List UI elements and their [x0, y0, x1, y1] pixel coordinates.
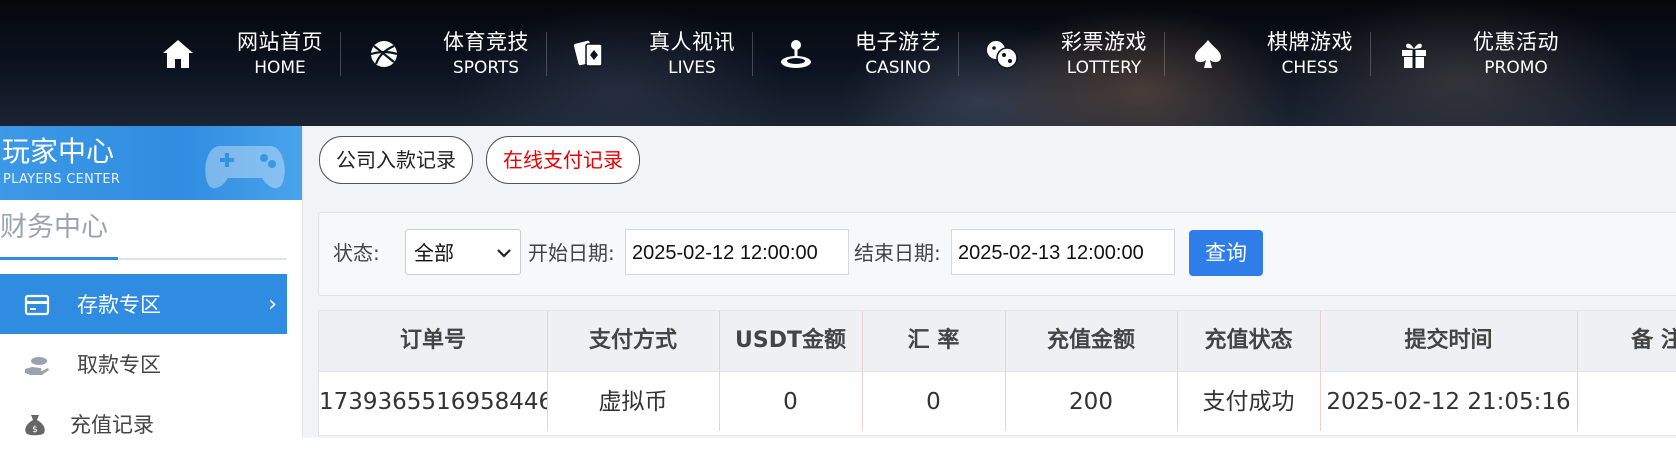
players-center-subtitle: PLAYERS CENTER [3, 172, 121, 187]
nav-label-en: CASINO [865, 58, 931, 78]
hand-coin-icon [25, 357, 49, 375]
order-number-cell: 1739365516958446 [319, 389, 547, 415]
nav-item-promo[interactable]: 优惠活动 PROMO [1370, 0, 1592, 126]
start-date-label: 开始日期: [528, 241, 615, 265]
nav-item-casino[interactable]: 电子游艺 CASINO [752, 0, 974, 126]
cards-icon [574, 40, 603, 67]
nav-divider [1370, 32, 1371, 76]
status-label: 状态: [333, 241, 380, 265]
svg-text:$: $ [32, 425, 38, 435]
nav-label-en: LIVES [668, 58, 716, 78]
finance-center-title: 财务中心 [0, 212, 108, 243]
gift-icon [1402, 43, 1426, 68]
status-select[interactable]: 全部 [405, 229, 521, 275]
nav-label-cn: 真人视讯 [649, 30, 735, 54]
start-date-input[interactable]: 2025-02-12 12:00:00 [625, 229, 849, 275]
nav-label-cn: 体育竞技 [443, 30, 529, 54]
nav-label-en: LOTTERY [1066, 58, 1142, 78]
column-header: 支付方式 [588, 328, 677, 353]
sidebar-item-withdraw[interactable]: 取款专区 [0, 334, 287, 394]
status-select-value: 全部 [414, 241, 454, 265]
nav-item-home[interactable]: 网站首页 HOME [150, 0, 356, 126]
submit-time-cell: 2025-02-12 21:05:16 [1326, 389, 1571, 415]
records-table: 订单号 支付方式 USDT金额 汇 率 充值金额 充值状态 提交时间 备 注 1… [318, 310, 1676, 436]
nav-label-cn: 棋牌游戏 [1267, 30, 1353, 54]
nav-item-lives[interactable]: 真人视讯 LIVES [546, 0, 768, 126]
main-nav: 网站首页 HOME 体育竞技 SPORTS 真人视讯 LIVES 电子游艺 CA… [150, 0, 1592, 126]
nav-label-cn: 网站首页 [237, 30, 323, 54]
joystick-icon [781, 40, 811, 68]
usdt-amount-cell: 0 [783, 389, 798, 415]
column-divider [547, 311, 548, 431]
nav-divider [340, 32, 341, 76]
nav-label-en: HOME [254, 58, 306, 78]
column-divider [1005, 311, 1006, 431]
tab-company-deposit-records[interactable]: 公司入款记录 [319, 136, 473, 184]
sidebar-item-recharge-records[interactable]: $ 充值记录 [0, 394, 287, 454]
nav-label-cn: 彩票游戏 [1061, 30, 1147, 54]
nav-label-cn: 优惠活动 [1473, 30, 1559, 54]
nav-label-en: SPORTS [452, 58, 520, 78]
table-header: 订单号 支付方式 USDT金额 汇 率 充值金额 充值状态 提交时间 备 注 [319, 311, 1676, 372]
sidebar-item-label: 取款专区 [77, 353, 161, 377]
query-button[interactable]: 查询 [1189, 230, 1263, 276]
nav-divider [752, 32, 753, 76]
ball-icon [370, 41, 398, 67]
money-bag-icon: $ [25, 415, 45, 436]
column-divider [1320, 311, 1321, 431]
column-divider [719, 311, 720, 431]
nav-item-lottery[interactable]: 彩票游戏 LOTTERY [958, 0, 1180, 126]
chevron-down-icon [497, 249, 511, 258]
tab-online-payment-records[interactable]: 在线支付记录 [486, 136, 640, 184]
top-nav-bar: 网站首页 HOME 体育竞技 SPORTS 真人视讯 LIVES 电子游艺 CA… [0, 0, 1676, 126]
gamepad-icon [205, 146, 285, 189]
players-center-header: 玩家中心 PLAYERS CENTER [0, 126, 302, 200]
main-content: 公司入款记录 在线支付记录 状态: 全部 开始日期: 2025-02-12 12… [302, 126, 1676, 438]
column-header: 充值状态 [1204, 328, 1293, 353]
dice-icon [987, 41, 1018, 69]
column-header: 备 注 [1631, 328, 1676, 353]
nav-divider [546, 32, 547, 76]
recharge-amount-cell: 200 [1069, 389, 1113, 415]
end-date-label: 结束日期: [854, 241, 941, 265]
nav-label-en: CHESS [1281, 58, 1339, 78]
column-divider [1577, 311, 1578, 431]
players-center-title: 玩家中心 [2, 135, 115, 168]
column-header: 订单号 [399, 328, 466, 353]
nav-label-en: PROMO [1484, 58, 1548, 78]
column-divider [1177, 311, 1178, 431]
column-header: 提交时间 [1404, 328, 1493, 353]
nav-divider [958, 32, 959, 76]
recharge-status-cell: 支付成功 [1202, 389, 1295, 415]
column-header: 充值金额 [1046, 328, 1135, 353]
table-row: 1739365516958446 虚拟币 0 0 200 支付成功 2025-0… [319, 372, 1676, 432]
sidebar: 玩家中心 PLAYERS CENTER 财务中心 存款专区 › 取款专区 $ 充… [0, 126, 302, 438]
rate-cell: 0 [926, 389, 941, 415]
sidebar-item-deposit[interactable]: 存款专区 › [0, 274, 287, 334]
spade-icon [1195, 40, 1221, 68]
sidebar-item-label: 存款专区 [77, 293, 161, 317]
column-header: USDT金额 [735, 328, 846, 353]
chevron-right-icon: › [268, 292, 277, 317]
end-date-input[interactable]: 2025-02-13 12:00:00 [951, 229, 1175, 275]
sidebar-item-label: 充值记录 [70, 413, 154, 437]
content-divider [302, 126, 303, 438]
home-icon [163, 40, 193, 68]
payment-method-cell: 虚拟币 [598, 389, 668, 415]
nav-item-chess[interactable]: 棋牌游戏 CHESS [1164, 0, 1386, 126]
filter-panel: 状态: 全部 开始日期: 2025-02-12 12:00:00 结束日期: 2… [318, 212, 1676, 296]
section-underline [0, 257, 118, 260]
column-divider [862, 311, 863, 431]
card-icon [24, 294, 50, 316]
nav-item-sports[interactable]: 体育竞技 SPORTS [340, 0, 562, 126]
nav-label-cn: 电子游艺 [855, 30, 941, 54]
column-header: 汇 率 [907, 328, 960, 353]
nav-divider [1164, 32, 1165, 76]
remark-cell [1577, 372, 1676, 432]
